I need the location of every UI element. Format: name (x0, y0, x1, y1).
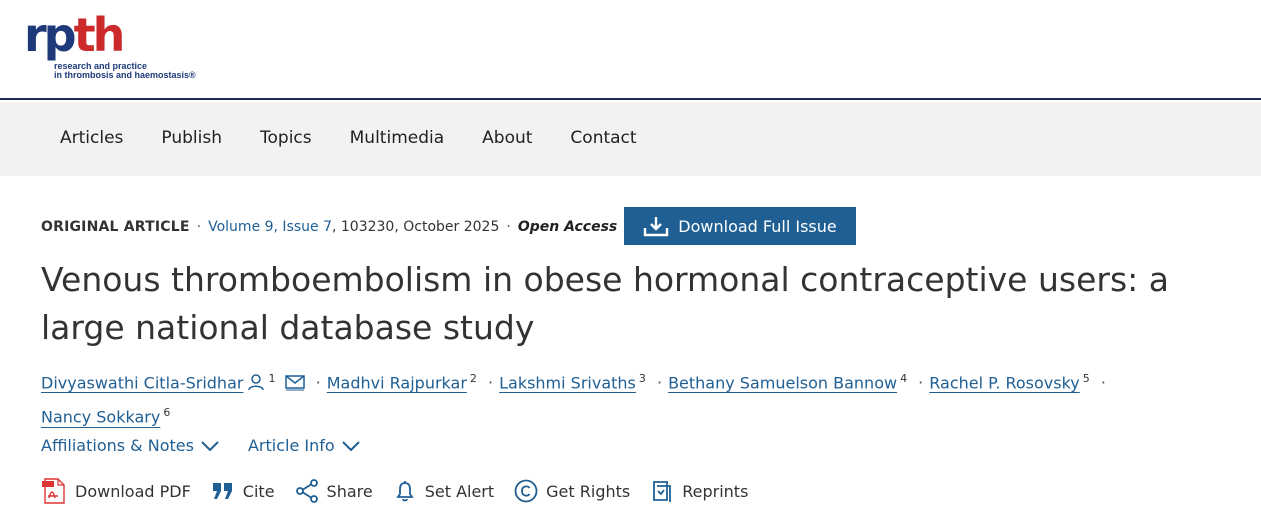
cite-button[interactable]: Cite (211, 478, 275, 504)
article-details: , 103230, October 2025 (332, 219, 500, 235)
author-affiliation-sup: 1 (268, 372, 276, 385)
volume-issue-link[interactable]: Volume 9, Issue 7 (208, 219, 332, 235)
article-toggles: Affiliations & Notes Article Info (41, 436, 389, 455)
author-separator: · (918, 373, 924, 393)
affiliations-notes-label: Affiliations & Notes (41, 436, 194, 455)
chevron-down-icon (201, 440, 219, 451)
nav-item-articles[interactable]: Articles (60, 128, 123, 148)
bell-icon (396, 481, 414, 502)
author-affiliation-sup: 2 (469, 372, 477, 385)
copyright-icon (514, 479, 538, 503)
article-meta: ORIGINAL ARTICLE · Volume 9, Issue 7 , 1… (41, 219, 617, 235)
author-link[interactable]: Madhvi Rajpurkar (327, 373, 467, 392)
meta-separator: · (196, 219, 202, 235)
nav-item-topics[interactable]: Topics (260, 128, 312, 148)
nav-item-multimedia[interactable]: Multimedia (350, 128, 445, 148)
article-type: ORIGINAL ARTICLE (41, 219, 190, 235)
person-icon (248, 374, 265, 391)
nav-item-contact[interactable]: Contact (570, 128, 636, 148)
author-separator: · (1100, 373, 1106, 393)
reprints-label: Reprints (682, 481, 749, 501)
author-link[interactable]: Rachel P. Rosovsky (929, 373, 1080, 392)
author-separator: · (488, 373, 494, 393)
article-title: Venous thromboembolism in obese hormonal… (41, 260, 1169, 347)
author-affiliation-sup: 5 (1082, 372, 1090, 385)
main-nav: Articles Publish Topics Multimedia About… (0, 102, 1261, 176)
quote-icon (212, 483, 232, 499)
logo-tagline-line-2: in thrombosis and haemostasis® (54, 70, 196, 80)
author-link[interactable]: Divyaswathi Citla-Sridhar (41, 373, 243, 392)
article-info-label: Article Info (247, 436, 335, 455)
author-separator: · (656, 373, 663, 393)
author-separator: · (315, 373, 321, 393)
set-alert-label: Set Alert (424, 481, 495, 501)
nav-item-publish[interactable]: Publish (161, 128, 222, 148)
author-link[interactable]: Lakshmi Srivaths (499, 373, 636, 392)
share-icon (295, 479, 318, 503)
journal-logo[interactable]: rpth research and practice in thrombosis… (24, 12, 224, 84)
author-affiliation-sup: 6 (163, 406, 171, 420)
reprints-button[interactable]: Reprints (650, 478, 748, 504)
logo-tagline: research and practice in thrombosis and … (54, 62, 196, 80)
download-icon (644, 217, 669, 237)
author-link[interactable]: Bethany Samuelson Bannow (668, 373, 897, 392)
author-link[interactable]: Nancy Sokkary (41, 408, 160, 427)
article-info-toggle[interactable]: Article Info (248, 436, 361, 455)
article-actions: Download PDF Cite Share Set Alert Get Ri… (41, 478, 768, 504)
share-button[interactable]: Share (295, 478, 373, 504)
author-affiliation-sup: 4 (900, 372, 908, 385)
affiliations-notes-toggle[interactable]: Affiliations & Notes (41, 436, 220, 455)
cite-label: Cite (242, 481, 275, 501)
download-full-issue-label: Download Full Issue (678, 216, 837, 236)
logo-mark: rpth (24, 12, 125, 58)
email-icon[interactable] (284, 373, 305, 391)
site-header: rpth research and practice in thrombosis… (0, 0, 1261, 100)
author-affiliation-sup: 3 (638, 372, 646, 385)
chevron-down-icon (341, 440, 360, 451)
reprints-icon (653, 481, 672, 502)
open-access-label: Open Access (517, 219, 618, 235)
set-alert-button[interactable]: Set Alert (393, 478, 494, 504)
get-rights-label: Get Rights (546, 481, 631, 501)
download-full-issue-button[interactable]: Download Full Issue (624, 207, 856, 245)
logo-mark-rp: rp (24, 8, 77, 62)
download-pdf-button[interactable]: Download PDF (41, 478, 191, 504)
share-label: Share (326, 481, 373, 501)
download-pdf-label: Download PDF (75, 481, 191, 501)
get-rights-button[interactable]: Get Rights (514, 478, 630, 504)
pdf-icon (42, 478, 65, 504)
logo-mark-th: th (73, 8, 126, 62)
meta-separator: · (506, 219, 511, 235)
author-list: Divyaswathi Citla-Sridhar 1 · Madhvi Rajpu… (41, 364, 1231, 433)
nav-item-about[interactable]: About (482, 128, 532, 148)
